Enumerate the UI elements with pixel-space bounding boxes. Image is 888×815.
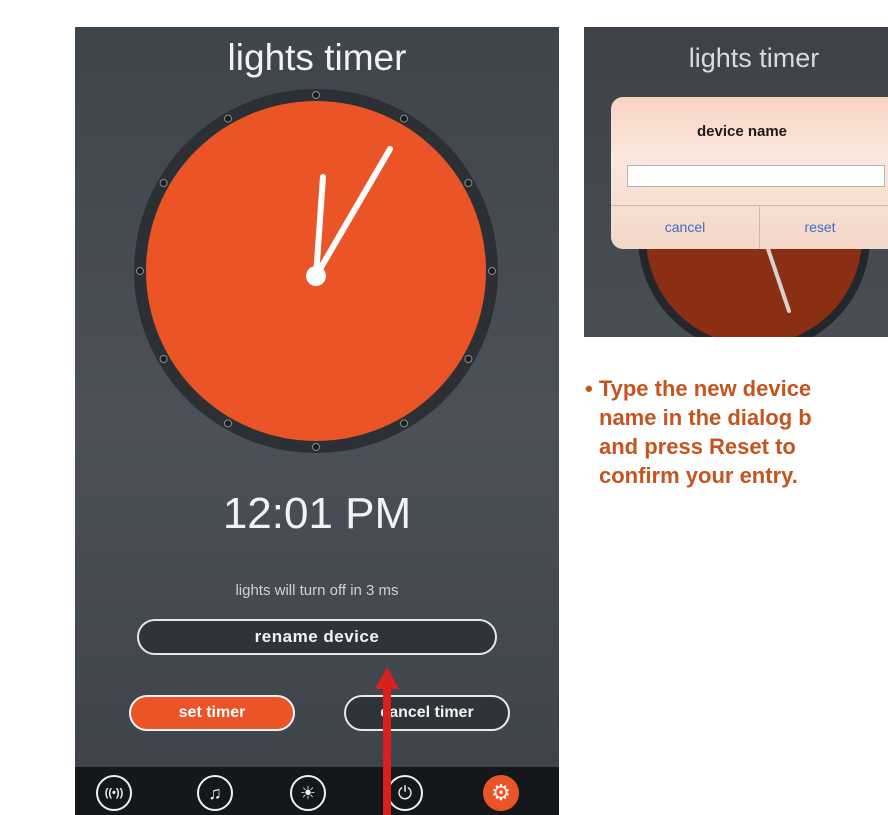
cancel-timer-button[interactable]: cancel timer (344, 695, 510, 731)
dial-tick-dot (224, 114, 232, 123)
dial-tick-dot (488, 267, 496, 275)
dialog-title: device name (696, 123, 788, 140)
music-glyph: ♫ (208, 782, 222, 803)
caption-line-4: confirm your entry. (599, 463, 798, 488)
dial-tick-dot (159, 355, 168, 363)
rename-dialog-screen: lights timer device name cancel reset (584, 27, 888, 337)
timer-status: lights will turn off in 3 ms (235, 582, 399, 599)
main-timer-screen: lights timer 12:01 PM lights will turn o… (75, 27, 559, 815)
caption-line-3: and press Reset to (599, 434, 796, 459)
rename-device-button[interactable]: rename device (137, 619, 497, 655)
dial-tick-dot (464, 179, 473, 187)
set-timer-button[interactable]: set timer (129, 695, 295, 731)
hand-pivot (306, 266, 326, 286)
dial-tick-dot (136, 267, 144, 275)
dial-tick-dot (159, 179, 168, 187)
dial-tick-dot (312, 91, 320, 99)
device-name-dialog: device name cancel reset (611, 97, 888, 249)
lightbulb-glyph: ☀ (299, 782, 317, 803)
dialog-reset-button[interactable]: reset (760, 205, 880, 249)
gear-icon[interactable]: ⚙ (483, 775, 519, 811)
wireless-icon[interactable]: ((•)) (96, 775, 132, 811)
wireless-glyph: ((•)) (104, 787, 124, 799)
dial-tick-dot (400, 114, 408, 123)
dial-tick-dot (312, 443, 320, 451)
dialog-cancel-button[interactable]: cancel (611, 205, 759, 249)
music-note-icon[interactable]: ♫ (197, 775, 233, 811)
device-name-input[interactable] (627, 165, 885, 187)
dial-tick-dot (400, 419, 408, 428)
gear-glyph: ⚙ (491, 780, 511, 805)
power-glyph: ⏻ (397, 782, 413, 803)
caption-line-1: • Type the new device (585, 374, 888, 403)
caption-line-1-text: Type the new device (598, 376, 812, 401)
instruction-figure: lights timer 12:01 PM lights will turn o… (0, 0, 888, 815)
instruction-caption: • Type the new device name in the dialog… (585, 374, 888, 490)
clock-dial[interactable] (75, 27, 559, 497)
dial-tick-dot (464, 355, 473, 363)
annotation-arrow (375, 667, 399, 815)
caption-bullet: • (585, 376, 593, 401)
caption-line-2: name in the dialog b (599, 405, 812, 430)
lightbulb-icon[interactable]: ☀ (290, 775, 326, 811)
current-time: 12:01 PM (222, 489, 412, 538)
bottom-tab-bar: ((•)) ♫ ☀ ⏻ ⚙ (75, 767, 559, 815)
dial-tick-dot (224, 419, 232, 428)
